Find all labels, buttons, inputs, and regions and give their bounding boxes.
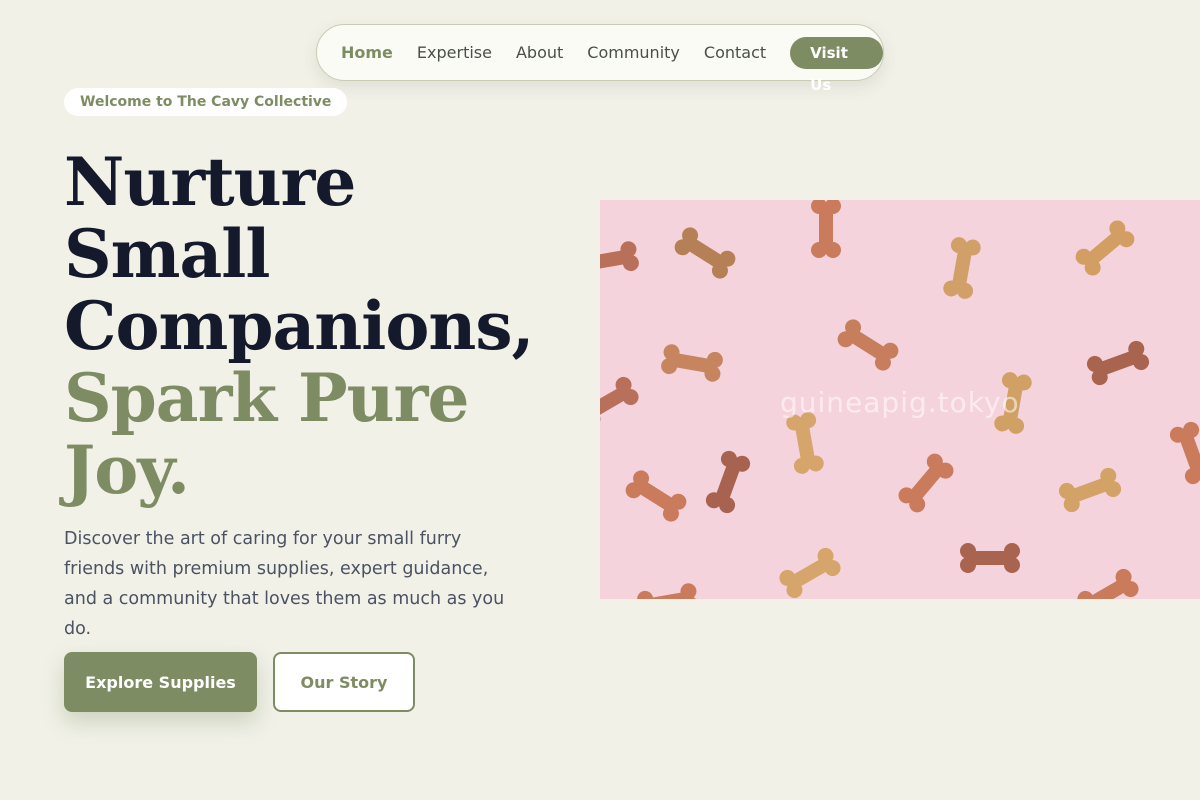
nav-link-about[interactable]: About <box>516 43 563 62</box>
headline-line: Nurture <box>64 143 356 221</box>
image-watermark: guineapig.tokyo <box>780 386 1020 419</box>
explore-supplies-button[interactable]: Explore Supplies <box>64 652 257 712</box>
hero-image-dog-biscuits: guineapig.tokyo <box>600 200 1200 599</box>
visit-us-button[interactable]: Visit Us <box>790 36 883 94</box>
nav-link-community[interactable]: Community <box>587 43 680 62</box>
nav-link-contact[interactable]: Contact <box>704 43 766 62</box>
nav-link-home[interactable]: Home <box>341 43 393 62</box>
headline-accent-line: Joy. <box>64 431 190 509</box>
welcome-badge: Welcome to The Cavy Collective <box>64 88 348 116</box>
hero-description: Discover the art of caring for your smal… <box>64 529 505 639</box>
hero-headline: Nurture Small Companions, Spark Pure Joy… <box>64 146 534 506</box>
our-story-button[interactable]: Our Story <box>273 652 415 712</box>
nav-link-expertise[interactable]: Expertise <box>417 43 492 62</box>
headline-line: Small <box>64 215 270 293</box>
headline-line: Companions, <box>64 287 534 365</box>
headline-accent-line: Spark Pure <box>64 359 469 437</box>
top-navigation: Home Expertise About Community Contact V… <box>316 24 884 94</box>
